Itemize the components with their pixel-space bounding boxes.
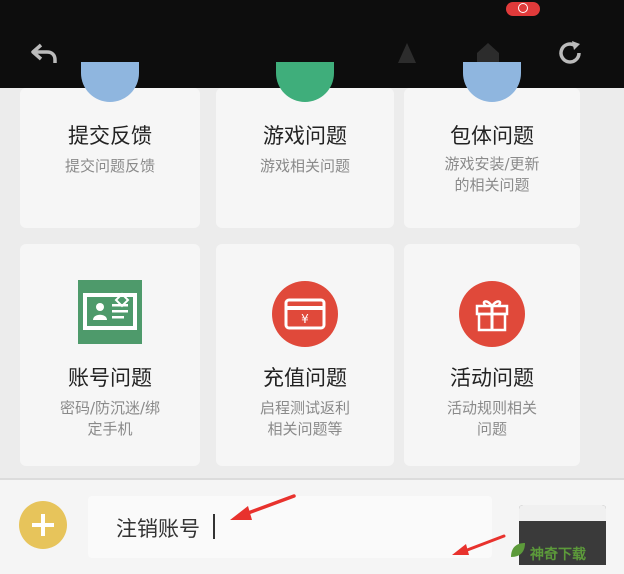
card-package-issues[interactable]: 包体问题 游戏安装/更新 的相关问题 xyxy=(404,62,580,228)
card-recharge-issues[interactable]: ¥ 充值问题 启程测试返利 相关问题等 xyxy=(216,244,394,466)
annotation-arrow xyxy=(230,494,296,520)
leaf-logo-icon xyxy=(511,543,525,557)
card-subtitle: 活动规则相关 问题 xyxy=(446,399,537,438)
package-icon xyxy=(463,62,521,102)
card-subtitle: 提交问题反馈 xyxy=(64,157,155,175)
card-title: 提交反馈 xyxy=(68,124,152,148)
feedback-icon xyxy=(81,62,139,102)
card-submit-feedback[interactable]: 提交反馈 提交问题反馈 xyxy=(20,62,200,228)
id-card-icon xyxy=(78,280,142,344)
card-game-issues[interactable]: 游戏问题 游戏相关问题 xyxy=(216,62,394,228)
svg-text:¥: ¥ xyxy=(301,312,309,326)
recharge-card-icon: ¥ xyxy=(272,281,338,347)
card-event-issues[interactable]: 活动问题 活动规则相关 问题 xyxy=(404,244,580,466)
toolbar-icon-faded xyxy=(398,43,416,63)
card-account-issues[interactable]: 账号问题 密码/防沉迷/绑 定手机 xyxy=(20,244,200,466)
refresh-icon[interactable] xyxy=(555,38,585,68)
message-input-text: 注销账号 xyxy=(116,517,200,541)
card-subtitle: 启程测试返利 相关问题等 xyxy=(259,399,350,438)
annotation-arrow-2 xyxy=(452,534,506,555)
text-caret xyxy=(213,514,215,539)
card-subtitle: 密码/防沉迷/绑 定手机 xyxy=(59,399,161,438)
card-title: 包体问题 xyxy=(450,124,534,148)
back-arrow-icon[interactable] xyxy=(30,38,60,68)
game-icon xyxy=(276,62,334,102)
watermark-text: 神奇下载 xyxy=(530,547,586,563)
gift-icon xyxy=(459,281,525,347)
card-title: 账号问题 xyxy=(68,366,152,390)
add-attachment-button[interactable] xyxy=(19,501,67,549)
card-subtitle: 游戏相关问题 xyxy=(259,157,350,175)
card-title: 游戏问题 xyxy=(263,124,347,148)
card-title: 活动问题 xyxy=(450,366,534,390)
card-subtitle: 游戏安装/更新 的相关问题 xyxy=(444,155,540,194)
help-category-grid: 提交反馈 提交问题反馈 游戏问题 游戏相关问题 包体问题 游戏安装/更新 的相关… xyxy=(0,62,624,480)
notification-badge xyxy=(506,2,540,16)
card-title: 充值问题 xyxy=(263,366,347,390)
